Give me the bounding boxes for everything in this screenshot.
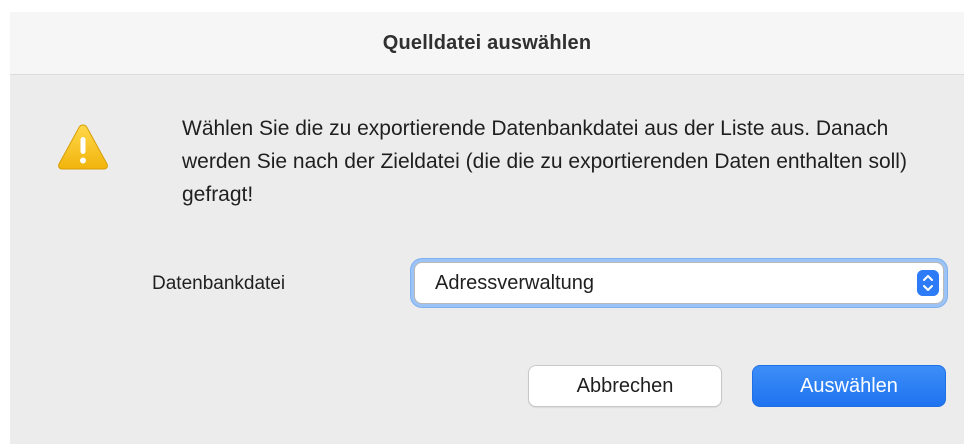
select-button[interactable]: Auswählen xyxy=(752,365,946,407)
database-file-select[interactable]: Adressverwaltung xyxy=(414,262,944,304)
up-down-chevron-icon[interactable] xyxy=(917,270,939,296)
cancel-button[interactable]: Abbrechen xyxy=(528,365,722,407)
select-value: Adressverwaltung xyxy=(435,272,594,294)
dialog-title: Quelldatei auswählen xyxy=(382,31,592,54)
database-file-label: Datenbankdatei xyxy=(152,273,286,294)
titlebar: Quelldatei auswählen xyxy=(10,12,964,75)
dialog-message: Wählen Sie die zu exportierende Datenban… xyxy=(182,117,907,206)
warning-icon xyxy=(58,124,108,170)
dialog-window: Quelldatei auswählen Wählen Sie die zu e… xyxy=(10,12,964,444)
